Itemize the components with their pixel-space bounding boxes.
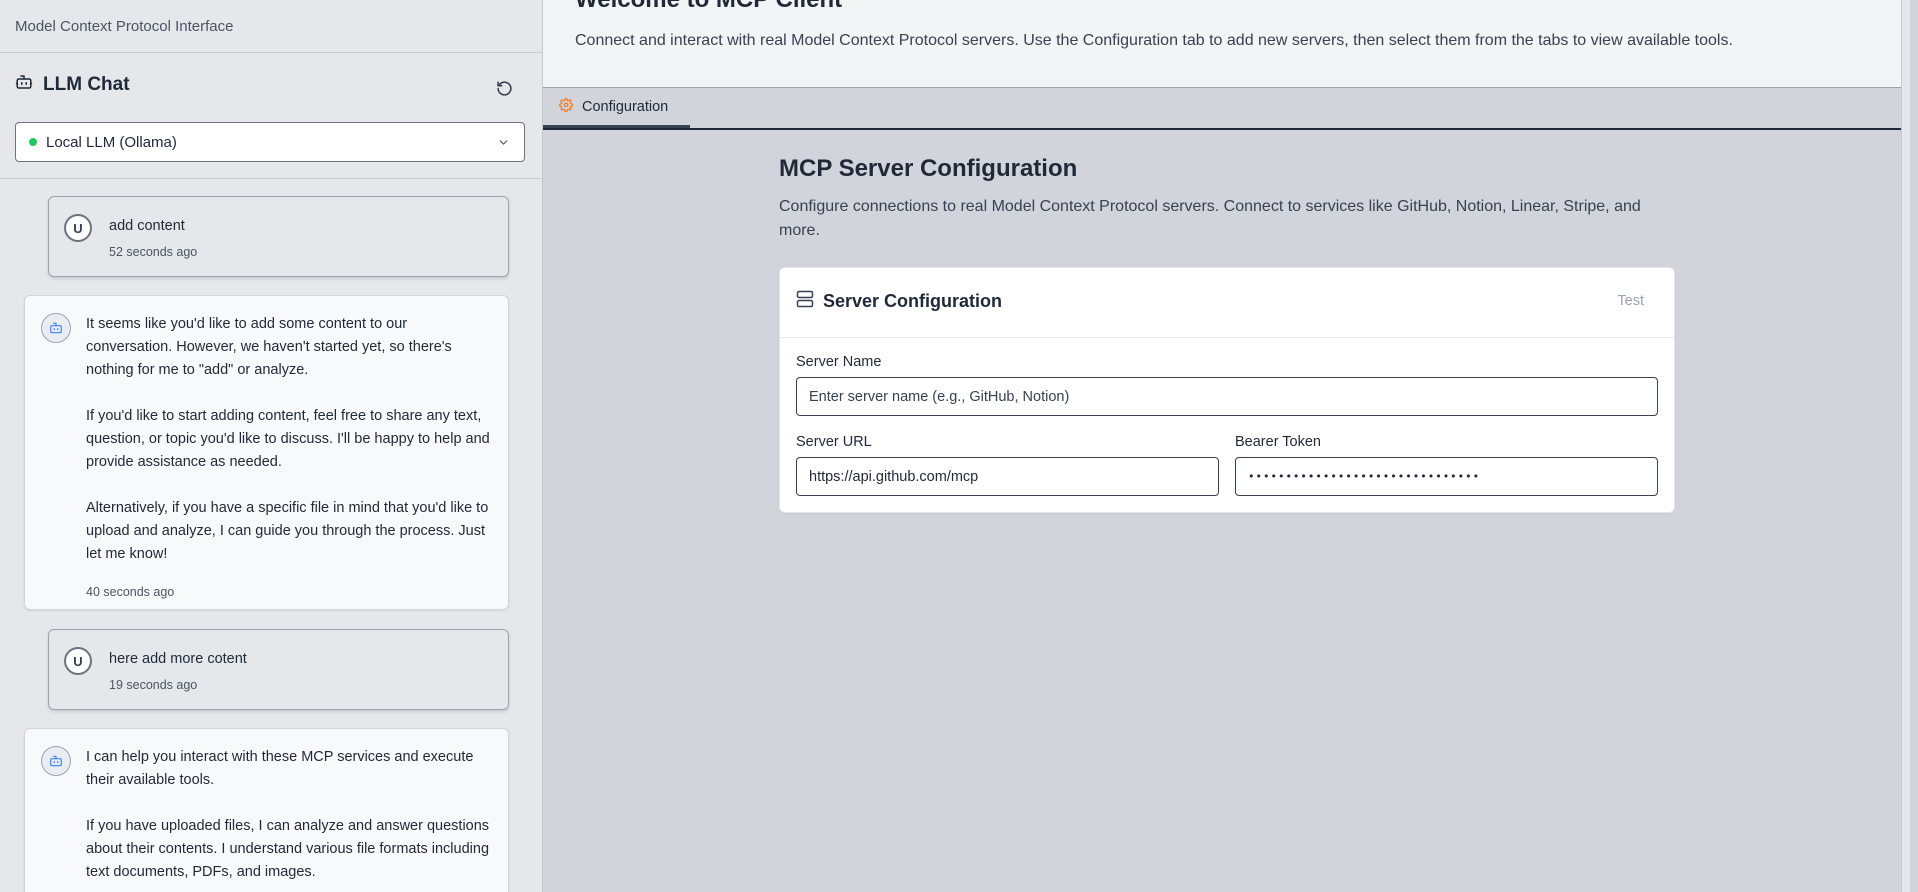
gear-icon (559, 97, 573, 116)
tab-label: Configuration (582, 98, 669, 115)
chevron-down-icon (497, 136, 510, 153)
status-dot (29, 138, 37, 146)
test-button[interactable]: Test (1617, 293, 1644, 309)
refresh-button[interactable] (493, 77, 515, 99)
assistant-avatar (41, 746, 71, 776)
assistant-avatar (41, 313, 71, 343)
welcome-description: Connect and interact with real Model Con… (575, 32, 1733, 49)
server-name-input[interactable] (796, 377, 1658, 416)
server-url-label: Server URL (796, 434, 872, 450)
tab-configuration[interactable]: Configuration (543, 88, 690, 128)
user-message: U here add more cotent 19 seconds ago (48, 629, 509, 710)
bearer-token-label: Bearer Token (1235, 434, 1321, 450)
card-header: Server Configuration Test (780, 268, 1674, 338)
server-config-card: Server Configuration Test Server Name Se… (779, 267, 1675, 513)
chat-header: LLM Chat Local LLM (Ollama) (0, 53, 542, 179)
assistant-message: I can help you interact with these MCP s… (24, 728, 509, 892)
message-timestamp: 40 seconds ago (86, 585, 175, 599)
bot-icon (50, 755, 62, 767)
message-body: It seems like you'd like to add some con… (86, 313, 492, 599)
card-title: Server Configuration (823, 291, 1003, 311)
refresh-icon (496, 80, 512, 96)
message-timestamp: 19 seconds ago (109, 678, 198, 692)
main-scrollbar[interactable] (1901, 0, 1910, 892)
message-body: I can help you interact with these MCP s… (86, 746, 492, 892)
server-url-input[interactable] (796, 457, 1219, 496)
user-avatar: U (64, 647, 92, 675)
main-panel: Welcome to MCP Client Connect and intera… (543, 0, 1910, 892)
message-paragraph: If you have uploaded files, I can analyz… (86, 818, 490, 880)
app-title: Model Context Protocol Interface (0, 0, 542, 53)
message-paragraph: I can help you interact with these MCP s… (86, 749, 474, 788)
chat-title: LLM Chat (43, 73, 130, 95)
message-text: add content (109, 218, 185, 234)
tab-bar: Configuration (543, 88, 1910, 130)
bot-icon (15, 73, 33, 96)
welcome-title: Welcome to MCP Client (575, 0, 842, 14)
message-paragraph: If you'd like to start adding content, f… (86, 408, 490, 470)
message-text: here add more cotent (109, 651, 247, 667)
config-title: MCP Server Configuration (779, 155, 1078, 182)
bearer-token-input[interactable]: ••••••••••••••••••••••••••••••• (1235, 457, 1658, 496)
card-title-row: Server Configuration (796, 290, 1002, 313)
model-select[interactable]: Local LLM (Ollama) (15, 122, 525, 162)
server-name-label: Server Name (796, 354, 882, 370)
bot-icon (50, 322, 62, 334)
user-avatar: U (64, 214, 92, 242)
server-icon (796, 290, 814, 313)
assistant-message: It seems like you'd like to add some con… (24, 295, 509, 610)
chat-sidebar: Model Context Protocol Interface LLM Cha… (0, 0, 543, 892)
message-timestamp: 52 seconds ago (109, 245, 198, 259)
welcome-header: Welcome to MCP Client Connect and intera… (543, 0, 1910, 88)
model-select-value: Local LLM (Ollama) (46, 133, 177, 151)
user-message: U add content 52 seconds ago (48, 196, 509, 277)
message-paragraph: It seems like you'd like to add some con… (86, 316, 452, 378)
message-list[interactable]: U add content 52 seconds ago It seems li… (0, 179, 542, 892)
message-paragraph: Alternatively, if you have a specific fi… (86, 500, 489, 562)
chat-title-row: LLM Chat (15, 73, 130, 96)
config-description: Configure connections to real Model Cont… (779, 198, 1641, 239)
